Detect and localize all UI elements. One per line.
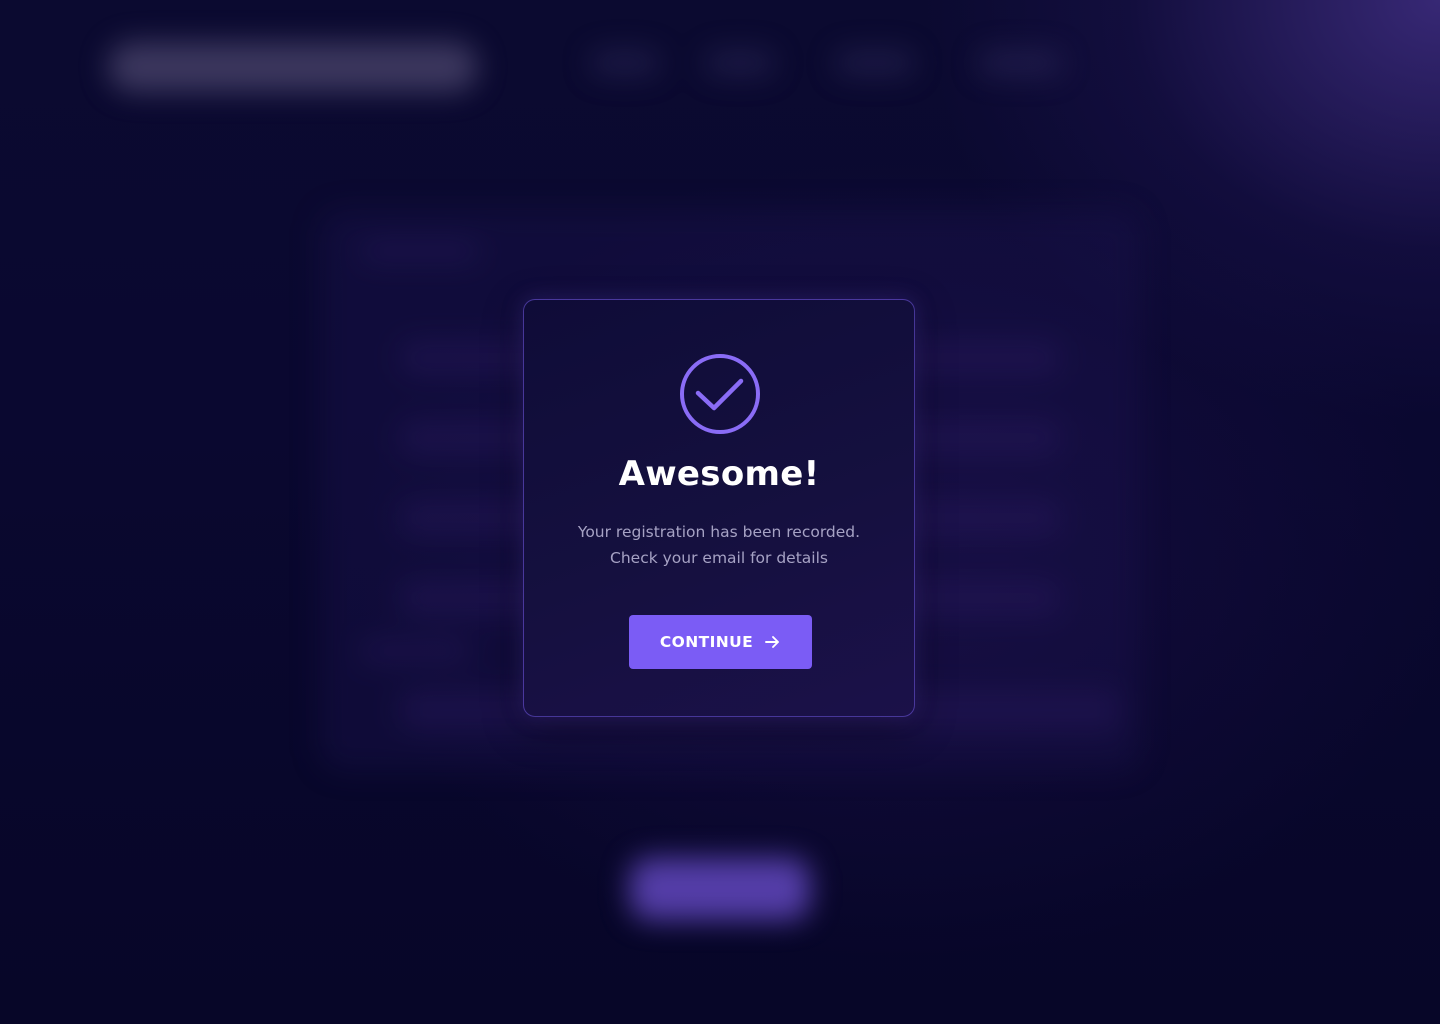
background-nav-item bbox=[705, 50, 775, 76]
modal-title: Awesome! bbox=[618, 454, 820, 494]
background-submit-button bbox=[630, 858, 810, 920]
background-nav-item bbox=[835, 50, 915, 76]
modal-message: Your registration has been recorded. Che… bbox=[544, 519, 894, 571]
background-logo bbox=[108, 42, 478, 92]
background-nav-item bbox=[978, 50, 1063, 76]
continue-button[interactable]: CONTINUE bbox=[629, 615, 812, 669]
continue-button-label: CONTINUE bbox=[659, 633, 754, 651]
page: Awesome! Your registration has been reco… bbox=[0, 0, 1440, 1024]
success-modal: Awesome! Your registration has been reco… bbox=[523, 299, 915, 717]
arrow-right-icon bbox=[765, 636, 780, 648]
modal-message-line: Your registration has been recorded. bbox=[577, 523, 861, 541]
check-circle-icon bbox=[680, 354, 760, 434]
background-form-label bbox=[360, 240, 480, 262]
modal-message-line: Check your email for details bbox=[610, 549, 828, 567]
background-nav-item bbox=[590, 50, 660, 76]
background-form-label bbox=[360, 640, 470, 662]
